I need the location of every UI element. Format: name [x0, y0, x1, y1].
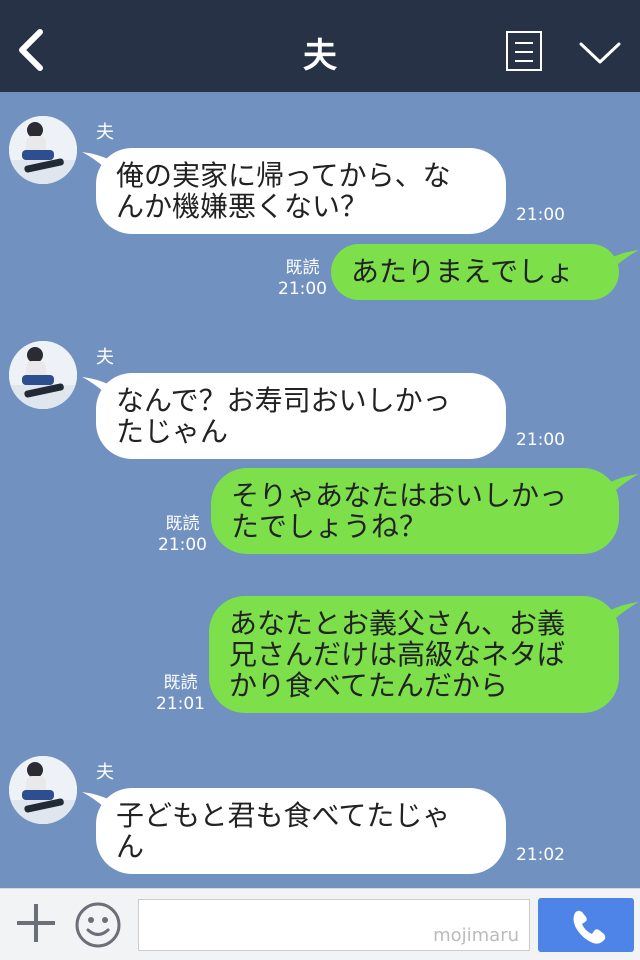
message-bubble-incoming[interactable]: 子どもと君も食べてたじゃ ん	[96, 788, 506, 874]
message-line: たじゃん	[116, 415, 229, 448]
read-receipt: 既読 21:00	[158, 514, 207, 556]
read-label: 既読	[285, 258, 320, 278]
read-receipt: 既読 21:01	[156, 673, 205, 715]
bubble-tail	[611, 250, 639, 270]
sender-name: 夫	[96, 122, 114, 143]
smiley-icon[interactable]	[74, 901, 122, 949]
sender-name: 夫	[96, 762, 114, 783]
message-line: そりゃあなたはおいしかっ	[231, 479, 568, 512]
message-bubble-outgoing[interactable]: あたりまえでしょ	[331, 244, 619, 300]
sender-name: 夫	[96, 347, 114, 368]
message-bubble-outgoing[interactable]: あなたとお義父さん、お義 兄さんだけは高級なネタば かり食べてたんだから	[209, 596, 619, 713]
read-label: 既読	[165, 514, 200, 534]
message-list[interactable]: 夫 俺の実家に帰ってから、な んか機嫌悪くない？ 21:00 既読 21:00 …	[0, 92, 640, 888]
bubble-tail	[611, 602, 639, 622]
message-line: 兄さんだけは高級なネタば	[229, 638, 566, 671]
message-line: 俺の実家に帰ってから、な	[116, 159, 451, 192]
chevron-down-icon[interactable]	[578, 38, 622, 68]
avatar[interactable]	[9, 341, 77, 409]
message-bubble-incoming[interactable]: なんで？お寿司おいしかっ たじゃん	[96, 373, 506, 459]
avatar[interactable]	[9, 116, 77, 184]
message-line: かり食べてたんだから	[229, 669, 508, 702]
message-time: 21:00	[516, 205, 565, 225]
plus-icon[interactable]	[14, 901, 58, 945]
read-receipt: 既読 21:00	[278, 258, 327, 300]
read-label: 既読	[163, 673, 198, 693]
message-time: 21:00	[158, 535, 207, 555]
message-line: 子どもと君も食べてたじゃ	[116, 799, 451, 832]
message-line: んか機嫌悪くない？	[116, 190, 369, 223]
message-bubble-incoming[interactable]: 俺の実家に帰ってから、な んか機嫌悪くない？	[96, 148, 506, 234]
message-line: たでしょうね？	[231, 510, 428, 543]
message-bubble-outgoing[interactable]: そりゃあなたはおいしかっ たでしょうね？	[211, 468, 619, 554]
message-line: なんで？お寿司おいしかっ	[116, 384, 451, 417]
message-time: 21:00	[278, 279, 327, 299]
bubble-tail	[611, 474, 639, 494]
phone-icon	[573, 910, 606, 944]
input-bar: mojimaru	[0, 888, 640, 960]
message-input[interactable]: mojimaru	[138, 899, 530, 951]
message-line: あなたとお義父さん、お義	[229, 607, 566, 640]
message-time: 21:00	[516, 430, 565, 450]
message-line: あたりまえでしょ	[351, 255, 575, 288]
notes-icon[interactable]	[506, 31, 542, 71]
watermark-text: mojimaru	[433, 925, 519, 946]
chat-title: 夫	[303, 36, 337, 76]
message-line: ん	[116, 830, 145, 863]
avatar[interactable]	[9, 756, 77, 824]
message-time: 21:02	[516, 845, 565, 865]
call-button[interactable]	[538, 898, 634, 952]
chat-header: 夫	[0, 0, 640, 92]
message-time: 21:01	[156, 694, 205, 714]
